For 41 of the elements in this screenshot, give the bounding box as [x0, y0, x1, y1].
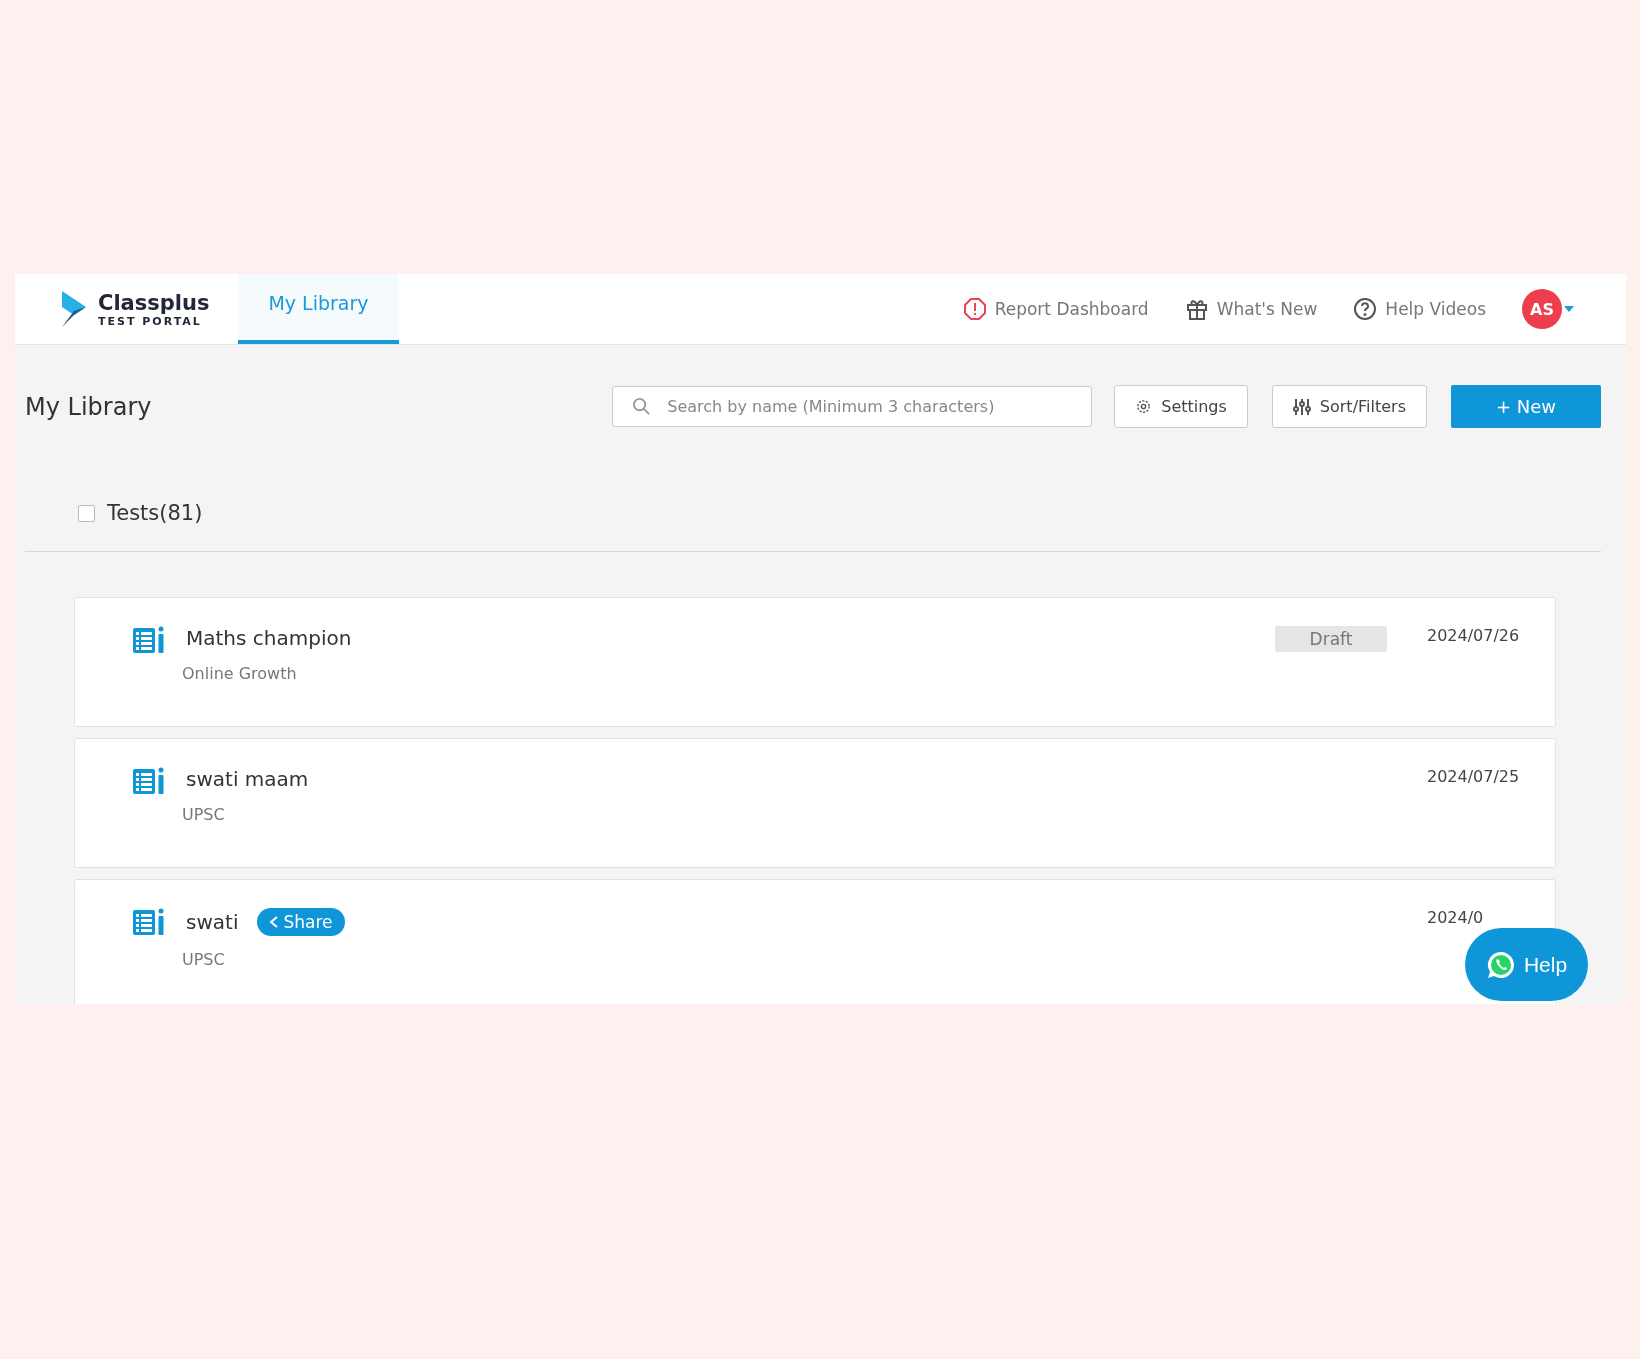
test-date: 2024/07/25 — [1427, 767, 1519, 786]
alert-icon — [962, 297, 987, 321]
test-date: 2024/07/26 — [1427, 626, 1519, 645]
test-title: Maths champion — [186, 626, 352, 650]
test-subtitle: UPSC — [182, 805, 226, 824]
search-field[interactable]: Search by name (Minimum 3 characters) — [612, 386, 1093, 427]
share-icon — [269, 916, 280, 928]
search-icon — [632, 397, 652, 416]
gear-icon — [1135, 398, 1153, 415]
logo-tagline: TEST PORTAL — [98, 314, 203, 328]
status-badge: Draft — [1275, 626, 1387, 652]
page-title: My Library — [25, 392, 153, 421]
nav-tab[interactable]: My Library — [238, 274, 399, 344]
test-card[interactable]: Maths champion Online Growth Draft 2024/07/26 — [74, 597, 1556, 727]
user-avatar[interactable]: AS — [1522, 289, 1562, 329]
sort-filters-button[interactable]: Sort/Filters — [1271, 385, 1427, 428]
document-list-icon — [133, 626, 164, 654]
caret-icon[interactable] — [1564, 306, 1574, 312]
test-title: swati maam — [186, 767, 309, 791]
nav-link[interactable]: Report Dashboard — [962, 274, 1149, 344]
new-button[interactable]: + New — [1451, 385, 1601, 428]
test-subtitle: UPSC — [182, 950, 226, 969]
whatsapp-icon — [1485, 949, 1516, 980]
whatsapp-help-button[interactable]: Help — [1465, 928, 1588, 1001]
gift-icon — [1184, 297, 1209, 321]
document-list-icon — [133, 767, 164, 795]
test-date: 2024/0 — [1427, 908, 1485, 927]
tests-count-label: Tests(81) — [107, 501, 203, 525]
sliders-icon — [1292, 397, 1311, 416]
document-list-icon — [133, 908, 164, 936]
nav-link[interactable]: Help Videos — [1353, 274, 1486, 344]
nav-link[interactable]: What's New — [1184, 274, 1318, 344]
help-icon — [1353, 297, 1378, 321]
logo-name: Classplus — [98, 290, 210, 315]
share-button[interactable]: Share — [257, 908, 345, 936]
test-title: swati — [186, 910, 239, 934]
settings-button[interactable]: Settings — [1114, 385, 1248, 428]
test-subtitle: Online Growth — [182, 664, 298, 683]
checkbox[interactable] — [78, 504, 95, 522]
test-card[interactable]: swati maam UPSC 2024/07/25 — [74, 738, 1556, 868]
logo-icon — [60, 291, 88, 327]
